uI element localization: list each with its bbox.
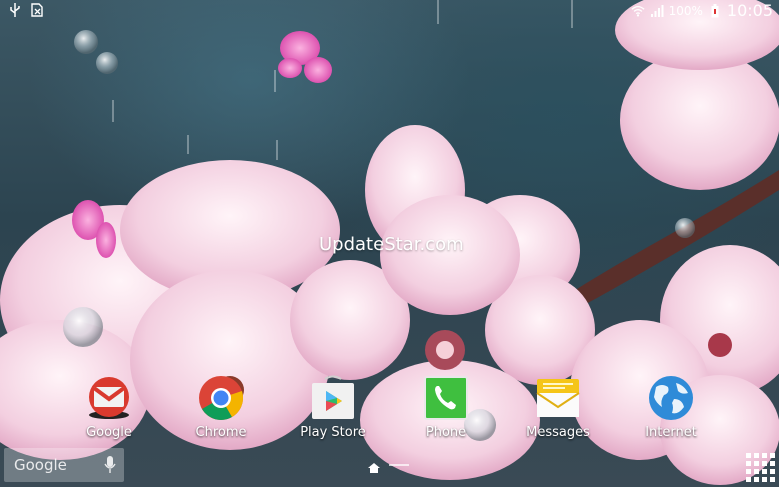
app-internet[interactable]: Internet — [626, 374, 716, 440]
app-label: Play Store — [300, 425, 366, 440]
floating-petal — [278, 31, 332, 83]
page-dot[interactable] — [389, 464, 409, 466]
home-page-icon[interactable] — [367, 459, 381, 473]
messages-icon — [534, 374, 582, 422]
app-label: Internet — [645, 425, 697, 440]
google-logo: Google — [14, 456, 67, 474]
app-google[interactable]: Google — [64, 374, 154, 440]
status-clock: 10:05 — [726, 1, 773, 20]
app-play-store[interactable]: Play Store — [288, 374, 378, 440]
all-apps-button[interactable] — [744, 451, 775, 482]
battery-percent: 100% — [668, 3, 703, 18]
app-label: Chrome — [195, 425, 247, 440]
water-drop — [63, 307, 103, 347]
app-label: Phone — [425, 425, 467, 440]
globe-icon — [647, 374, 695, 422]
play-store-icon — [309, 374, 357, 422]
app-dock: Google Chrome Play Store Phone Messages … — [0, 370, 779, 442]
microphone-icon[interactable] — [104, 456, 116, 474]
water-drop — [675, 218, 695, 238]
wifi-icon — [631, 4, 645, 18]
google-search-widget[interactable]: Google — [4, 448, 124, 482]
status-bar: 100% 10:05 — [0, 0, 779, 22]
app-phone[interactable]: Phone — [401, 374, 491, 440]
app-label: Google — [86, 425, 132, 440]
app-messages[interactable]: Messages — [513, 374, 603, 440]
chrome-icon — [197, 374, 245, 422]
water-drop — [74, 30, 98, 54]
sim-card-icon — [30, 3, 44, 17]
gmail-icon — [85, 374, 133, 422]
water-drop — [96, 52, 118, 74]
rain-streaks — [112, 0, 573, 160]
signal-icon — [650, 4, 664, 18]
watermark: UpdateStar.com — [319, 234, 464, 255]
phone-icon — [422, 374, 470, 422]
battery-icon — [708, 3, 722, 18]
page-indicator — [367, 459, 409, 473]
app-label: Messages — [526, 425, 590, 440]
usb-icon — [8, 3, 22, 17]
app-chrome[interactable]: Chrome — [176, 374, 266, 440]
